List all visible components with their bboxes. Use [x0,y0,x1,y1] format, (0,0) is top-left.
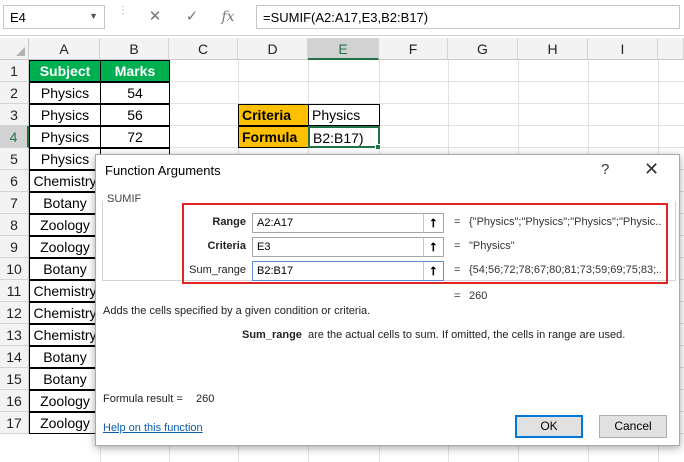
marks-cell[interactable]: 56 [100,104,170,126]
formula-text: =SUMIF(A2:A17,E3,B2:B17) [263,10,429,25]
row-header-4[interactable]: 4 [0,126,29,148]
close-icon[interactable]: ✕ [644,159,659,180]
header-marks[interactable]: Marks [100,60,170,82]
row-header-8[interactable]: 8 [0,214,29,236]
criteria-label[interactable]: Criteria [238,104,309,126]
sum-range-ref-button-icon[interactable]: ⭡ [423,262,443,280]
range-result: {"Physics";"Physics";"Physics";"Physic..… [469,216,661,228]
enter-icon[interactable]: ✓ [180,6,204,28]
row-header-7[interactable]: 7 [0,192,29,214]
range-input[interactable]: A2:A17 ⭡ [252,213,444,233]
sum-range-input-value: B2:B17 [257,265,294,277]
row-header-15[interactable]: 15 [0,368,29,390]
sum-range-equals: = [454,264,461,276]
formula-label[interactable]: Formula [238,126,309,148]
row-header-12[interactable]: 12 [0,302,29,324]
subject-cell[interactable]: Physics [29,148,101,170]
subject-cell[interactable]: Chemistry [29,302,101,324]
subject-cell[interactable]: Chemistry [29,324,101,346]
fill-handle[interactable] [375,144,381,150]
subject-cell[interactable]: Physics [29,82,101,104]
row-header-1[interactable]: 1 [0,60,29,82]
subject-cell[interactable]: Botany [29,258,101,280]
column-header-c[interactable]: C [169,38,238,60]
column-header-a[interactable]: A [29,38,100,60]
total-equals: = [454,290,461,302]
subject-cell[interactable]: Physics [29,104,101,126]
cancel-icon[interactable]: ✕ [143,6,167,28]
range-label: Range [212,216,246,228]
range-equals: = [454,216,461,228]
function-description: Adds the cells specified by a given cond… [103,305,371,317]
subject-cell[interactable]: Zoology [29,214,101,236]
range-input-value: A2:A17 [257,217,294,229]
argument-help-name: Sum_range [242,329,302,341]
subject-cell[interactable]: Chemistry [29,170,101,192]
criteria-arg-label: Criteria [207,240,246,252]
range-ref-button-icon[interactable]: ⭡ [423,214,443,232]
row-header-9[interactable]: 9 [0,236,29,258]
sum-range-input[interactable]: B2:B17 ⭡ [252,261,444,281]
subject-cell[interactable]: Botany [29,192,101,214]
name-box[interactable]: E4 ▼ [3,5,105,29]
dialog-title: Function Arguments [105,163,221,178]
subject-cell[interactable]: Botany [29,368,101,390]
ok-button[interactable]: OK [515,415,583,438]
criteria-equals: = [454,240,461,252]
criteria-result: "Physics" [469,240,515,252]
subject-cell[interactable]: Botany [29,346,101,368]
cancel-button[interactable]: Cancel [599,415,667,438]
name-box-value: E4 [10,10,26,25]
chevron-down-icon[interactable]: ▼ [89,11,98,21]
total-value: 260 [469,290,488,302]
row-header-14[interactable]: 14 [0,346,29,368]
subject-cell[interactable]: Zoology [29,390,101,412]
column-header-e[interactable]: E [308,38,379,60]
formula-result-label: Formula result = [103,393,183,405]
function-name: SUMIF [107,193,142,205]
marks-cell[interactable]: 54 [100,82,170,104]
formula-bar: E4 ▼ ⋮ ✕ ✓ fx =SUMIF(A2:A17,E3,B2:B17) [0,0,684,36]
grip-icon: ⋮ [118,5,128,16]
sum-range-label: Sum_range [189,264,246,276]
header-subject[interactable]: Subject [29,60,101,82]
row-header-13[interactable]: 13 [0,324,29,346]
row-header-10[interactable]: 10 [0,258,29,280]
formula-input[interactable]: =SUMIF(A2:A17,E3,B2:B17) [256,5,680,29]
help-link[interactable]: Help on this function [103,422,203,434]
column-header-j[interactable] [658,38,684,60]
criteria-ref-button-icon[interactable]: ⭡ [423,238,443,256]
row-header-5[interactable]: 5 [0,148,29,170]
help-icon[interactable]: ? [601,161,609,178]
column-header-h[interactable]: H [518,38,588,60]
fx-icon[interactable]: fx [216,6,240,28]
row-header-6[interactable]: 6 [0,170,29,192]
subject-cell[interactable]: Chemistry [29,280,101,302]
function-arguments-dialog: Function Arguments ? ✕ SUMIF Range A2:A1… [95,154,680,446]
criteria-value-cell[interactable]: Physics [308,104,380,126]
column-header-d[interactable]: D [238,38,308,60]
select-all-button[interactable] [0,38,29,60]
row-header-3[interactable]: 3 [0,104,29,126]
subject-cell[interactable]: Zoology [29,412,101,434]
row-header-17[interactable]: 17 [0,412,29,434]
column-header-f[interactable]: F [379,38,448,60]
formula-result-value: 260 [196,393,215,405]
sum-range-result: {54;56;72;78;67;80;81;73;59;69;75;83;... [469,264,661,276]
row-header-2[interactable]: 2 [0,82,29,104]
argument-help-text: are the actual cells to sum. If omitted,… [308,329,626,341]
formula-cell-e4[interactable]: B2:B17) [308,126,380,148]
marks-cell[interactable]: 72 [100,126,170,148]
criteria-input[interactable]: E3 ⭡ [252,237,444,257]
subject-cell[interactable]: Physics [29,126,101,148]
column-header-g[interactable]: G [448,38,518,60]
subject-cell[interactable]: Zoology [29,236,101,258]
criteria-input-value: E3 [257,241,271,253]
column-header-b[interactable]: B [100,38,169,60]
column-header-i[interactable]: I [588,38,658,60]
row-header-11[interactable]: 11 [0,280,29,302]
row-header-16[interactable]: 16 [0,390,29,412]
